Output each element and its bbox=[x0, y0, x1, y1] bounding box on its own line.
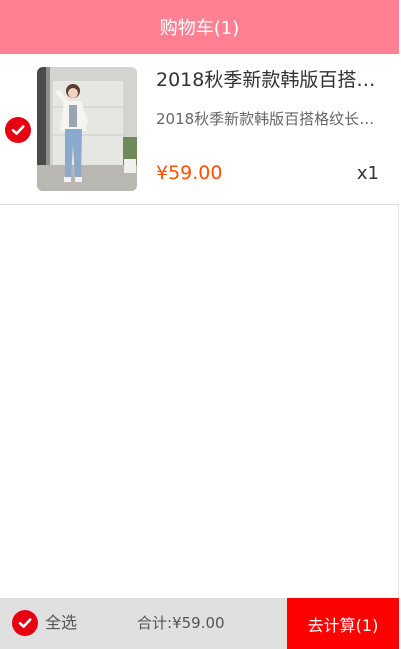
select-all-check-icon[interactable] bbox=[12, 610, 38, 636]
total-value: ¥59.00 bbox=[172, 614, 225, 632]
cart-item[interactable]: 2018秋季新款韩版百搭格纹长裤 2018秋季新款韩版百搭格纹长裤女装 ¥59.… bbox=[0, 54, 399, 205]
product-quantity: x1 bbox=[356, 163, 379, 184]
item-check-icon[interactable] bbox=[5, 117, 31, 143]
total-label: 合计: bbox=[137, 614, 173, 632]
product-description: 2018秋季新款韩版百搭格纹长裤女装 bbox=[156, 110, 378, 128]
page-header: 购物车(1) bbox=[0, 0, 399, 54]
cart-page: 购物车(1) 2018秋季新款韩版百搭格 2018秋季新款韩版百搭格纹长裤 ¥5… bbox=[0, 0, 399, 649]
select-all-label[interactable]: 全选 bbox=[45, 612, 77, 634]
product-image[interactable] bbox=[37, 67, 137, 191]
product-price: ¥59.00 bbox=[156, 162, 223, 184]
product-title[interactable]: 2018秋季新款韩版百搭格纹长裤 bbox=[156, 66, 378, 94]
page-title: 购物车(1) bbox=[159, 18, 240, 39]
cart-footer: 全选 合计:¥59.00 去计算(1) bbox=[0, 598, 399, 649]
checkout-button[interactable]: 去计算(1) bbox=[287, 598, 399, 649]
cart-total: 合计:¥59.00 bbox=[137, 612, 225, 634]
